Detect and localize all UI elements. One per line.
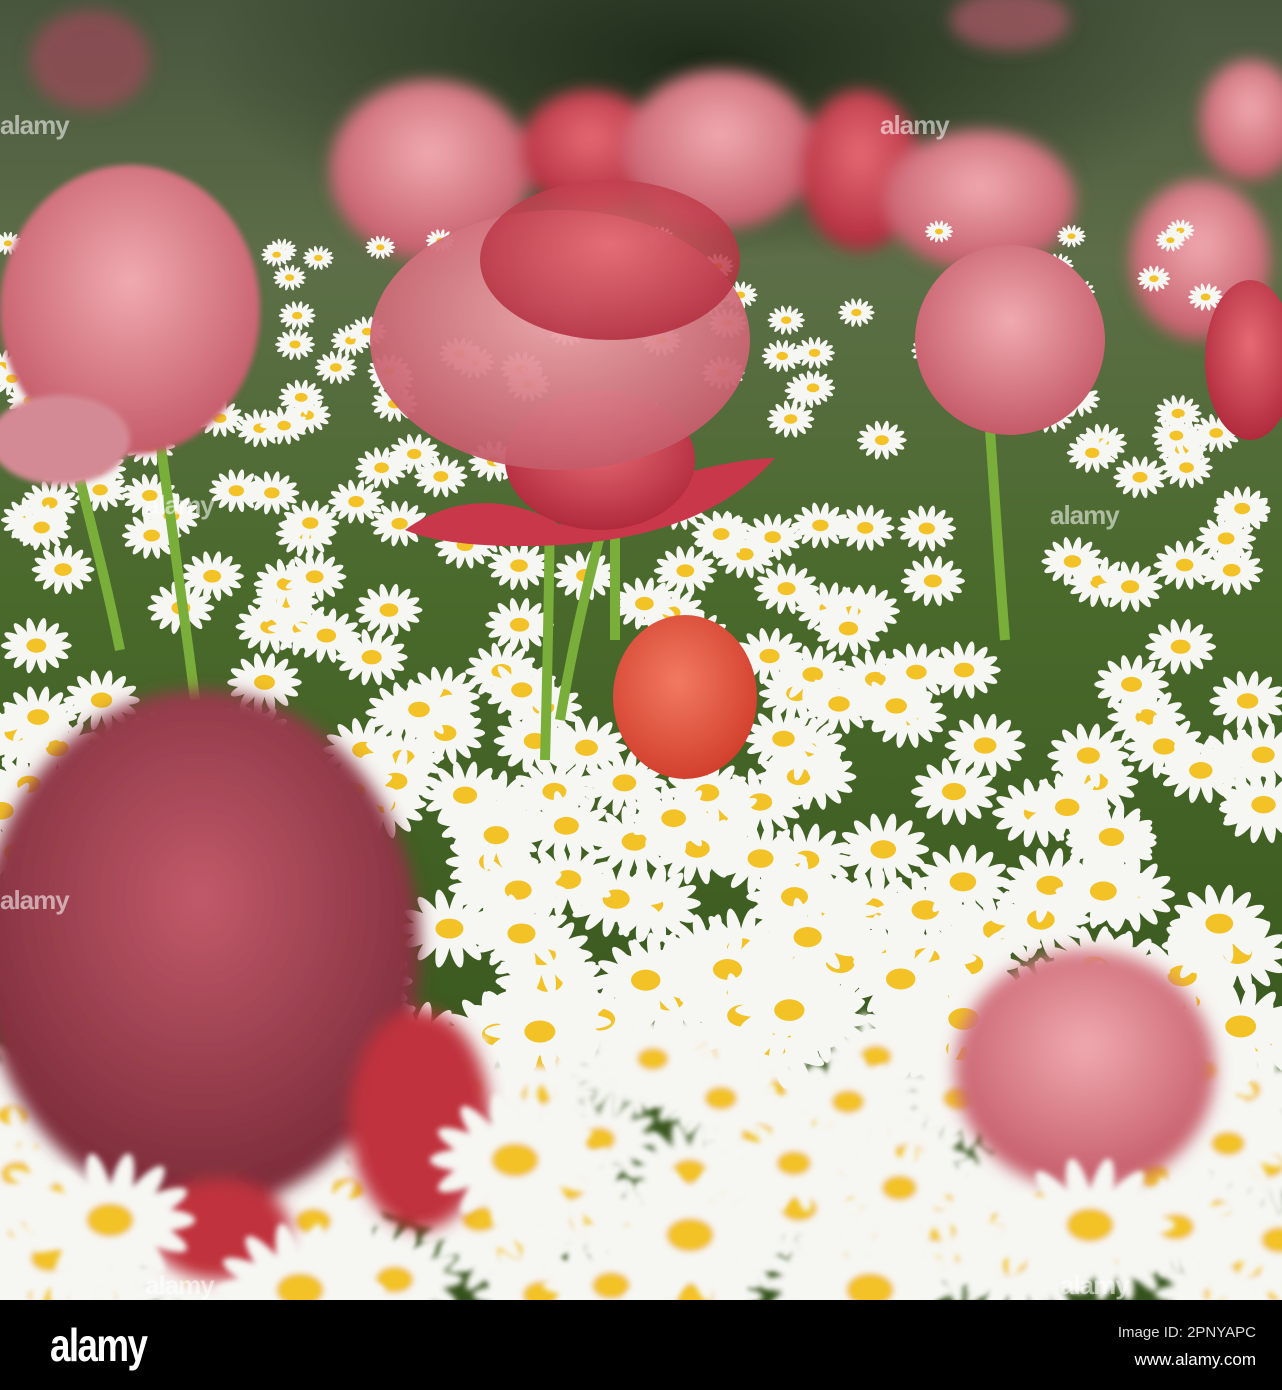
alamy-logo[interactable]: alamy	[50, 1318, 148, 1372]
daisy	[838, 298, 875, 327]
daisy	[275, 328, 315, 360]
flower-scene	[0, 0, 1282, 1300]
watermark: alamy	[0, 110, 70, 140]
watermark: alamy	[145, 490, 215, 520]
watermark: alamy	[145, 1270, 215, 1300]
footer-bar: alamy Image ID: 2PNYAPC www.alamy.com	[0, 1300, 1282, 1390]
daisy	[1209, 671, 1282, 731]
daisy	[1113, 456, 1167, 499]
daisy	[911, 758, 997, 826]
image-id: Image ID: 2PNYAPC	[1117, 1324, 1256, 1341]
daisy	[900, 555, 965, 606]
site-url[interactable]: www.alamy.com	[1134, 1350, 1256, 1370]
daisy	[791, 502, 850, 549]
daisy	[487, 541, 551, 591]
watermark: alamy	[0, 885, 70, 915]
daisy	[273, 264, 307, 291]
daisy	[180, 551, 244, 602]
daisy	[278, 301, 316, 330]
watermark: alamy	[1060, 1270, 1130, 1300]
daisy	[314, 351, 357, 384]
daisy	[302, 245, 334, 270]
flower-photo: alamy alamy alamy alamy alamy alamy alam…	[0, 0, 1282, 1300]
daisy	[0, 618, 72, 674]
stock-photo-page: alamy alamy alamy alamy alamy alamy alam…	[0, 0, 1282, 1390]
daisy	[761, 340, 803, 373]
daisy	[767, 305, 805, 335]
daisy	[1145, 619, 1217, 675]
daisy	[857, 420, 907, 460]
daisy	[31, 544, 95, 595]
daisy	[897, 505, 957, 552]
daisy	[794, 337, 835, 369]
daisy	[766, 400, 815, 438]
watermark: alamy	[880, 110, 950, 140]
watermark: alamy	[1050, 500, 1120, 530]
daisy	[355, 583, 423, 637]
